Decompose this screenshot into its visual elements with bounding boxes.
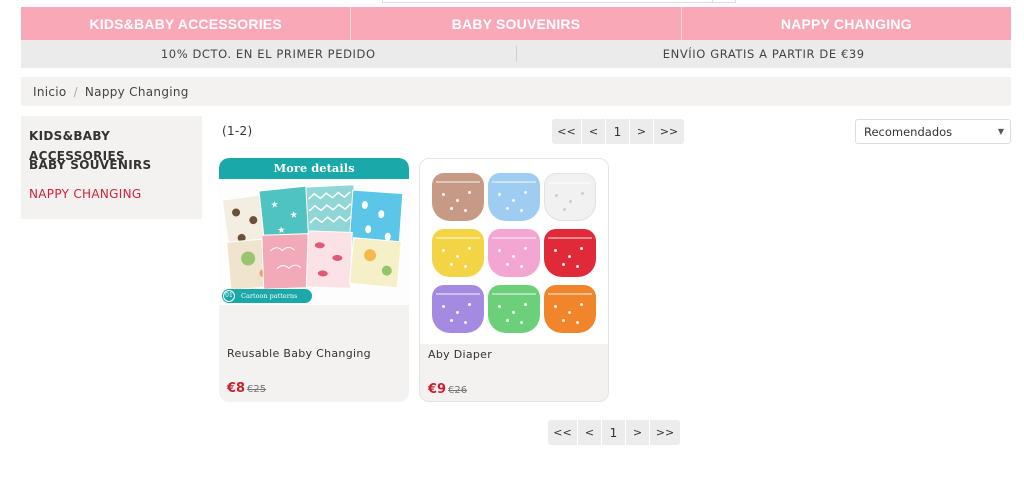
breadcrumb-separator: / xyxy=(73,84,78,99)
last-page-button[interactable]: >> xyxy=(654,119,684,144)
nav-item-kids-baby-accessories[interactable]: KIDS&BABY ACCESSORIES xyxy=(21,7,352,40)
top-navigation: KIDS&BABY ACCESSORIES BABY SOUVENIRS NAP… xyxy=(21,7,1011,40)
breadcrumb-current: Nappy Changing xyxy=(84,84,189,99)
sidebar-item-baby-souvenirs[interactable]: BABY SOUVENIRS xyxy=(29,155,202,184)
first-page-button[interactable]: << xyxy=(552,119,582,144)
product-name[interactable]: Aby Diaper xyxy=(428,348,492,361)
promo-discount: 10% DCTO. EN EL PRIMER PEDIDO xyxy=(160,47,376,61)
diaper-green xyxy=(488,285,540,333)
prev-page-button[interactable]: < xyxy=(582,119,606,144)
next-page-button[interactable]: > xyxy=(626,420,650,445)
pagination-top: << < 1 > >> xyxy=(552,119,684,144)
product-card[interactable]: ★ ★ ★ More details 01 Cartoon patterns R… xyxy=(219,158,409,402)
diaper-yellow xyxy=(432,229,484,277)
pagination-bottom: << < 1 > >> xyxy=(548,420,680,445)
tag-text: Cartoon patterns xyxy=(241,292,298,300)
product-old-price: €26 xyxy=(448,385,468,396)
diaper-white xyxy=(544,173,596,221)
page-number-button[interactable]: 1 xyxy=(606,119,630,144)
last-page-button[interactable]: >> xyxy=(650,420,680,445)
sidebar-item-nappy-changing[interactable]: NAPPY CHANGING xyxy=(29,184,202,213)
diaper-orange xyxy=(544,285,596,333)
nav-item-nappy-changing[interactable]: NAPPY CHANGING xyxy=(682,7,1011,40)
diaper-pink xyxy=(488,229,540,277)
product-old-price: €25 xyxy=(247,384,267,395)
product-image[interactable]: ★ ★ ★ More details 01 Cartoon patterns xyxy=(219,158,409,305)
more-details-banner: More details xyxy=(219,158,409,179)
svg-text:★: ★ xyxy=(270,200,279,211)
sort-select[interactable]: Recomendados ▼ xyxy=(855,119,1011,144)
search-bar-edge[interactable] xyxy=(382,0,736,3)
diaper-brown xyxy=(432,173,484,221)
first-page-button[interactable]: << xyxy=(548,420,578,445)
promo-free-shipping: ENVÍIO GRATIS A PARTIR DE €39 xyxy=(662,47,865,61)
promo-bar: 10% DCTO. EN EL PRIMER PEDIDO ENVÍIO GRA… xyxy=(21,40,1011,68)
product-price: €9 xyxy=(428,382,447,397)
results-count: (1-2) xyxy=(222,124,253,138)
svg-text:★: ★ xyxy=(289,210,298,221)
prev-page-button[interactable]: < xyxy=(578,420,602,445)
product-name[interactable]: Reusable Baby Changing xyxy=(227,347,371,360)
diaper-grid-illustration xyxy=(420,159,608,344)
diaper-blue xyxy=(488,173,540,221)
sidebar-item-kids-baby-accessories[interactable]: KIDS&BABY ACCESSORIES xyxy=(29,126,202,163)
changing-mat-illustration: ★★★ xyxy=(219,158,409,305)
next-page-button[interactable]: > xyxy=(630,119,654,144)
page-number-button[interactable]: 1 xyxy=(602,420,626,445)
diaper-purple xyxy=(432,285,484,333)
product-price: €8 xyxy=(227,381,246,396)
chevron-down-icon: ▼ xyxy=(997,127,1004,136)
image-tag: 01 Cartoon patterns xyxy=(222,289,312,303)
tag-number: 01 xyxy=(223,290,235,302)
product-image[interactable] xyxy=(420,159,608,344)
sort-selected-value: Recomendados xyxy=(864,124,953,139)
nav-item-baby-souvenirs[interactable]: BABY SOUVENIRS xyxy=(351,7,682,40)
product-card[interactable]: Aby Diaper €9 €26 xyxy=(419,158,609,402)
diaper-red xyxy=(544,229,596,277)
category-sidebar: KIDS&BABY ACCESSORIES BABY SOUVENIRS NAP… xyxy=(21,116,202,219)
breadcrumb: Inicio / Nappy Changing xyxy=(21,77,1011,106)
breadcrumb-home-link[interactable]: Inicio xyxy=(33,85,67,99)
